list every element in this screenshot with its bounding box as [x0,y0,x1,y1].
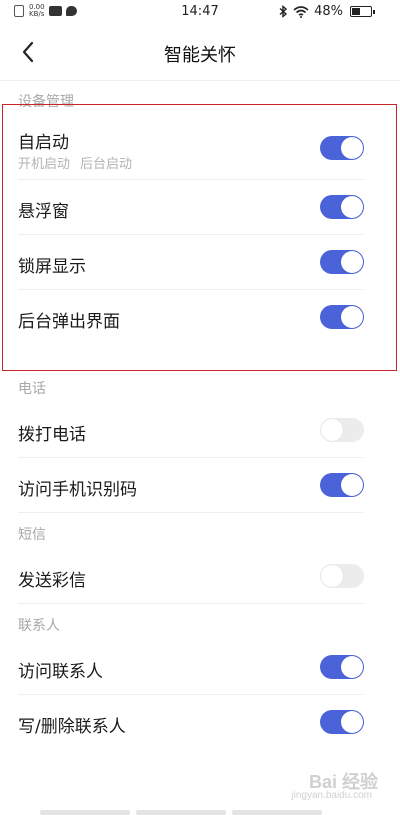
toggle-switch[interactable] [320,305,364,329]
list-item-lock-screen-display[interactable]: 锁屏显示 [18,235,364,290]
bottom-bar [136,810,226,815]
row-label: 自启动 [18,133,69,153]
row-subtitle-boot: 开机启动 [18,157,71,172]
toggle-switch[interactable] [320,250,364,274]
section-header-sms: 短信 [18,527,46,543]
battery-percent: 48% [314,4,343,19]
watermark-url: jingyan.baidu.com [291,790,372,801]
row-label: 发送彩信 [18,571,86,591]
row-label: 悬浮窗 [18,202,69,222]
toggle-knob [321,565,343,587]
toggle-knob [341,306,363,328]
permission-list: 设备管理 自启动 开机启动 后台启动 悬浮窗 锁屏显示 后台弹出界面 电话 拨打… [0,80,400,750]
status-right-icons: 48% [279,4,375,19]
battery-icon [350,6,375,17]
section-header-device-management: 设备管理 [18,94,74,110]
bottom-bar [40,810,130,815]
toggle-knob [341,474,363,496]
list-item-device-id[interactable]: 访问手机识别码 [18,458,364,513]
wifi-icon [293,5,309,18]
row-label: 后台弹出界面 [18,312,120,332]
toggle-switch[interactable] [320,418,364,442]
toggle-switch[interactable] [320,655,364,679]
toggle-knob [341,656,363,678]
toggle-switch[interactable] [320,473,364,497]
battery-level [352,8,361,15]
bluetooth-icon [279,5,288,18]
toggle-knob [341,711,363,733]
row-label: 写/删除联系人 [18,717,126,737]
list-item-make-calls[interactable]: 拨打电话 [18,403,364,458]
list-item-background-popup[interactable]: 后台弹出界面 [18,290,364,345]
page-title: 智能关怀 [164,45,236,66]
toggle-knob [341,251,363,273]
list-item-floating-window[interactable]: 悬浮窗 [18,180,364,235]
row-label: 访问联系人 [18,662,103,682]
row-subtitle-background: 后台启动 [80,157,133,172]
row-label: 锁屏显示 [18,257,86,277]
toggle-knob [341,196,363,218]
list-item-auto-start[interactable]: 自启动 开机启动 后台启动 [18,116,364,180]
status-bar: 0.00 KB/s 14:47 48% [0,0,400,26]
list-item-write-delete-contacts[interactable]: 写/删除联系人 [18,695,364,750]
row-subtitle: 开机启动 后台启动 [18,153,132,172]
row-label: 访问手机识别码 [18,480,137,500]
section-header-phone: 电话 [18,381,46,397]
toggle-knob [341,137,363,159]
list-item-send-mms[interactable]: 发送彩信 [18,549,364,604]
toggle-switch[interactable] [320,710,364,734]
toggle-switch[interactable] [320,564,364,588]
toggle-switch[interactable] [320,195,364,219]
row-label: 拨打电话 [18,425,86,445]
toggle-knob [321,419,343,441]
bottom-bar [232,810,322,815]
toggle-switch[interactable] [320,136,364,160]
section-header-contacts: 联系人 [18,618,60,634]
list-item-access-contacts[interactable]: 访问联系人 [18,640,364,695]
header: 智能关怀 [0,26,400,81]
bottom-partial-elements [40,810,322,815]
